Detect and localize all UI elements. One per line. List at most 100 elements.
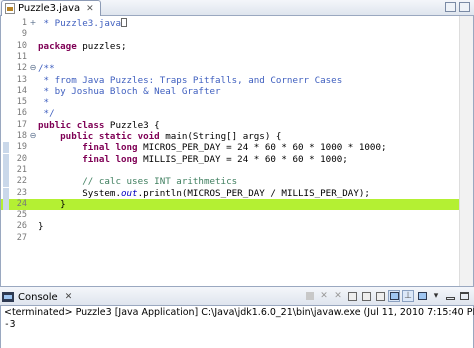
console-toolbar: ✕ ✕ ⊥ ▾	[304, 290, 470, 302]
code-text: }	[38, 198, 66, 210]
line-number: 23	[16, 187, 27, 198]
editor-tab-puzzle3[interactable]: Puzzle3.java ✕	[1, 0, 101, 16]
maximize-console-button[interactable]	[458, 290, 470, 302]
line-number: 17	[16, 119, 27, 130]
code-text: package puzzles;	[38, 40, 127, 52]
editor-tab-label: Puzzle3.java	[18, 3, 81, 14]
line-number: 15	[16, 97, 27, 108]
line-number: 22	[16, 176, 27, 187]
code-line[interactable]: 10 package puzzles;	[1, 41, 459, 52]
line-number: 13	[16, 74, 27, 85]
overview-ruler[interactable]	[459, 16, 473, 286]
line-number: 21	[16, 164, 27, 175]
view-menu-button[interactable]: ▾	[430, 290, 442, 302]
code-text: *	[38, 97, 50, 109]
code-line[interactable]: 15 *	[1, 97, 459, 108]
code-editor[interactable]: 1 + * Puzzle3.java 9 10 package puzzles; 11 12…	[0, 16, 474, 286]
console-tab-label: Console	[18, 291, 58, 303]
editor-tab-bar: Puzzle3.java ✕	[0, 0, 474, 16]
line-number: 26	[16, 221, 27, 232]
code-text: /**	[38, 63, 55, 75]
line-number: 19	[16, 142, 27, 153]
terminate-icon	[306, 292, 314, 300]
minimize-editor-button[interactable]	[445, 2, 456, 12]
console-output-text: -3	[4, 319, 16, 330]
chevron-down-icon: ▾	[433, 291, 439, 301]
line-number: 12	[16, 63, 27, 74]
display-console-icon	[417, 292, 427, 300]
code-line[interactable]: 19 final long MICROS_PER_DAY = 24 * 60 *…	[1, 142, 459, 154]
java-file-icon	[5, 3, 15, 14]
expand-fold-icon[interactable]: +	[29, 19, 37, 27]
code-line[interactable]: 13 * from Java Puzzles: Traps Pitfalls, …	[1, 75, 459, 86]
show-console-on-output-button[interactable]	[388, 290, 400, 302]
maximize-editor-button[interactable]	[459, 2, 470, 12]
line-number: 24	[16, 198, 27, 209]
console-status-text: <terminated> Puzzle3 [Java Application] …	[4, 307, 474, 318]
console-view-bar: Console ✕ ✕ ✕ ⊥ ▾	[0, 286, 474, 306]
code-text: * from Java Puzzles: Traps Pitfalls, and…	[38, 74, 343, 86]
close-icon[interactable]: ✕	[65, 292, 73, 302]
code-text: }	[38, 221, 44, 233]
line-number: 25	[16, 210, 27, 221]
code-text: final long MICROS_PER_DAY = 24 * 60 * 60…	[82, 142, 387, 154]
code-line[interactable]: 9	[1, 29, 459, 40]
maximize-icon	[459, 292, 469, 300]
line-number: 9	[21, 29, 27, 40]
line-number: 16	[16, 108, 27, 119]
code-line[interactable]: 14 * by Joshua Bloch & Neal Grafter	[1, 86, 459, 97]
code-line[interactable]: 21	[1, 164, 459, 176]
close-icon[interactable]: ✕	[86, 4, 94, 14]
code-line[interactable]: 26}	[1, 221, 459, 232]
line-number: 1	[21, 18, 27, 28]
code-line[interactable]: 23 System.out.println(MICROS_PER_DAY / M…	[1, 187, 459, 199]
remove-icon: ✕	[320, 291, 328, 301]
console-tab[interactable]: Console ✕	[2, 289, 72, 305]
pin-console-button[interactable]: ⊥	[402, 290, 414, 302]
minimize-console-button[interactable]	[444, 290, 456, 302]
code-line[interactable]: 11	[1, 52, 459, 63]
code-text: public static void main(String[] args) {	[60, 131, 282, 142]
code-line[interactable]: 24 }	[1, 198, 459, 210]
show-console-icon	[389, 292, 399, 300]
code-line[interactable]: 25	[1, 210, 459, 221]
code-line[interactable]: 16 */	[1, 108, 459, 119]
console-icon	[2, 292, 14, 302]
code-text: final long MILLIS_PER_DAY = 24 * 60 * 60…	[82, 153, 348, 165]
line-number: 11	[16, 51, 27, 62]
line-number: 20	[16, 153, 27, 164]
clear-console-icon	[347, 291, 357, 301]
scroll-lock-icon	[361, 291, 371, 301]
code-line[interactable]: 18 ⊖ public static void main(String[] arg…	[1, 131, 459, 142]
line-number: 14	[16, 85, 27, 96]
code-line[interactable]: 17 public class Puzzle3 {	[1, 120, 459, 131]
console-output-area[interactable]: <terminated> Puzzle3 [Java Application] …	[0, 306, 474, 348]
collapse-fold-icon[interactable]: ⊖	[29, 64, 37, 72]
code-line[interactable]: 12 ⊖/**	[1, 63, 459, 74]
clear-console-button[interactable]	[346, 290, 358, 302]
line-number: 10	[16, 40, 27, 51]
display-selected-console-button[interactable]	[416, 290, 428, 302]
code-line[interactable]: 1 + * Puzzle3.java	[1, 18, 459, 29]
code-line[interactable]: 20 final long MILLIS_PER_DAY = 24 * 60 *…	[1, 153, 459, 165]
scroll-lock-button[interactable]	[360, 290, 372, 302]
collapse-fold-icon[interactable]: ⊖	[29, 132, 37, 140]
code-text: */	[38, 108, 55, 120]
minimize-icon	[445, 296, 455, 300]
terminate-button[interactable]	[304, 290, 316, 302]
code-text: public class Puzzle3 {	[38, 119, 160, 131]
code-line[interactable]: 22 // calc uses INT arithmetics	[1, 176, 459, 188]
code-text: * by Joshua Bloch & Neal Grafter	[38, 85, 221, 97]
pin-icon: ⊥	[404, 291, 412, 301]
code-text: // calc uses INT arithmetics	[82, 176, 238, 188]
line-number: 27	[16, 232, 27, 243]
code-line[interactable]: 27	[1, 233, 459, 244]
editor-window-controls	[445, 2, 470, 12]
remove-launch-button[interactable]: ✕	[318, 290, 330, 302]
remove-all-launches-button[interactable]: ✕	[332, 290, 344, 302]
code-text: * Puzzle3.java	[38, 18, 127, 29]
word-wrap-button[interactable]	[374, 290, 386, 302]
line-number: 18	[16, 131, 27, 141]
remove-all-icon: ✕	[334, 291, 342, 301]
code-text: System.out.println(MICROS_PER_DAY / MILL…	[38, 187, 370, 199]
